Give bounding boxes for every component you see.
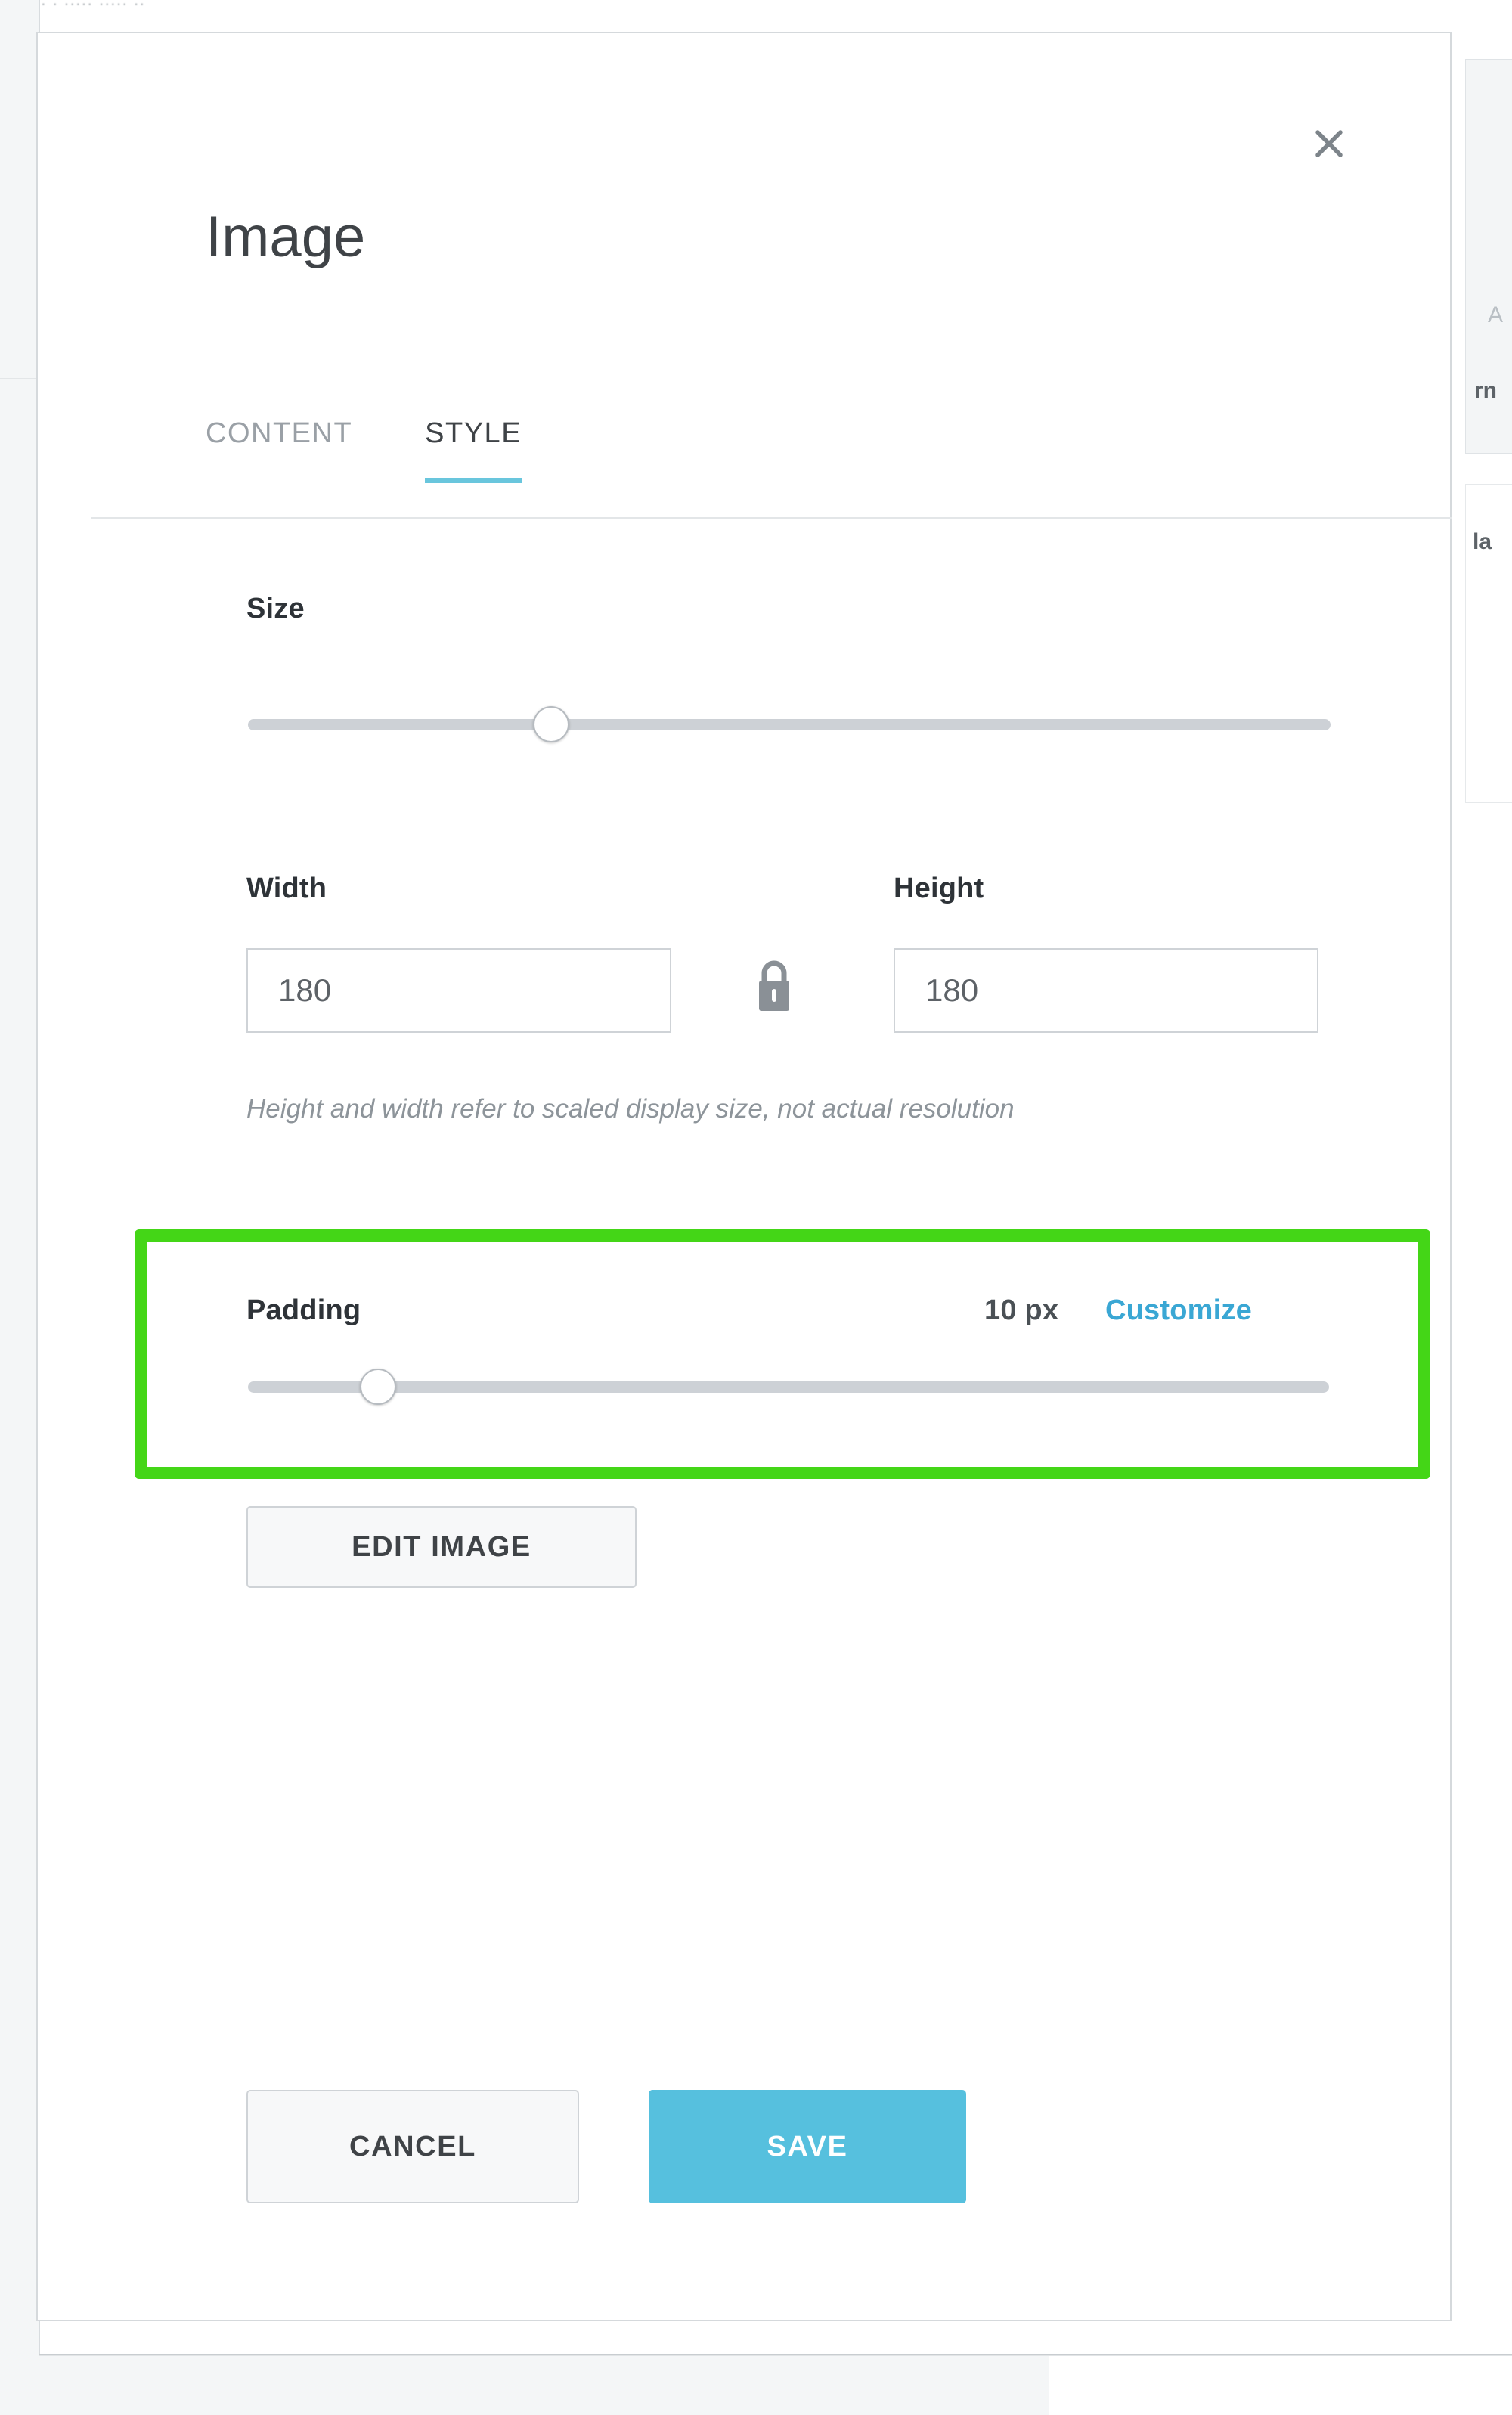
width-label: Width bbox=[246, 873, 327, 904]
tab-style[interactable]: STYLE bbox=[425, 417, 522, 483]
padding-slider-thumb[interactable] bbox=[359, 1369, 396, 1405]
page-title: Image bbox=[206, 205, 366, 269]
background-rail-divider bbox=[0, 378, 39, 379]
tabs-divider bbox=[91, 517, 1452, 519]
padding-slider-track[interactable] bbox=[248, 1381, 1329, 1393]
background-bottom-right bbox=[1049, 2356, 1512, 2415]
size-slider-thumb[interactable] bbox=[532, 706, 569, 742]
cancel-button[interactable]: CANCEL bbox=[246, 2090, 579, 2203]
background-text-fragment-a: A bbox=[1488, 302, 1504, 327]
lock-closed-icon[interactable] bbox=[751, 957, 797, 1013]
close-icon[interactable] bbox=[1308, 122, 1350, 165]
size-slider[interactable] bbox=[248, 706, 1331, 742]
width-input[interactable] bbox=[246, 948, 671, 1033]
background-left-rail bbox=[0, 0, 40, 2415]
tab-content[interactable]: CONTENT bbox=[206, 417, 352, 483]
padding-section-highlight bbox=[135, 1229, 1430, 1479]
background-bottom-left bbox=[0, 2356, 1049, 2415]
background-text-fragment-la: la bbox=[1473, 529, 1492, 554]
padding-label: Padding bbox=[246, 1294, 361, 1326]
padding-value: 10 px bbox=[984, 1294, 1059, 1326]
size-label: Size bbox=[246, 593, 305, 625]
height-input[interactable] bbox=[894, 948, 1318, 1033]
edit-image-button[interactable]: EDIT IMAGE bbox=[246, 1506, 637, 1588]
padding-slider[interactable] bbox=[248, 1369, 1329, 1405]
padding-customize-link[interactable]: Customize bbox=[1105, 1294, 1252, 1327]
dimensions-helper-text: Height and width refer to scaled display… bbox=[246, 1094, 1015, 1124]
image-settings-dialog: Image CONTENT STYLE Size Width Height He… bbox=[36, 32, 1452, 2321]
size-slider-track[interactable] bbox=[248, 719, 1331, 730]
dialog-tabs: CONTENT STYLE bbox=[206, 417, 594, 483]
save-button[interactable]: SAVE bbox=[649, 2090, 966, 2203]
height-label: Height bbox=[894, 873, 984, 904]
background-text-fragment-rn: rn bbox=[1474, 378, 1497, 403]
